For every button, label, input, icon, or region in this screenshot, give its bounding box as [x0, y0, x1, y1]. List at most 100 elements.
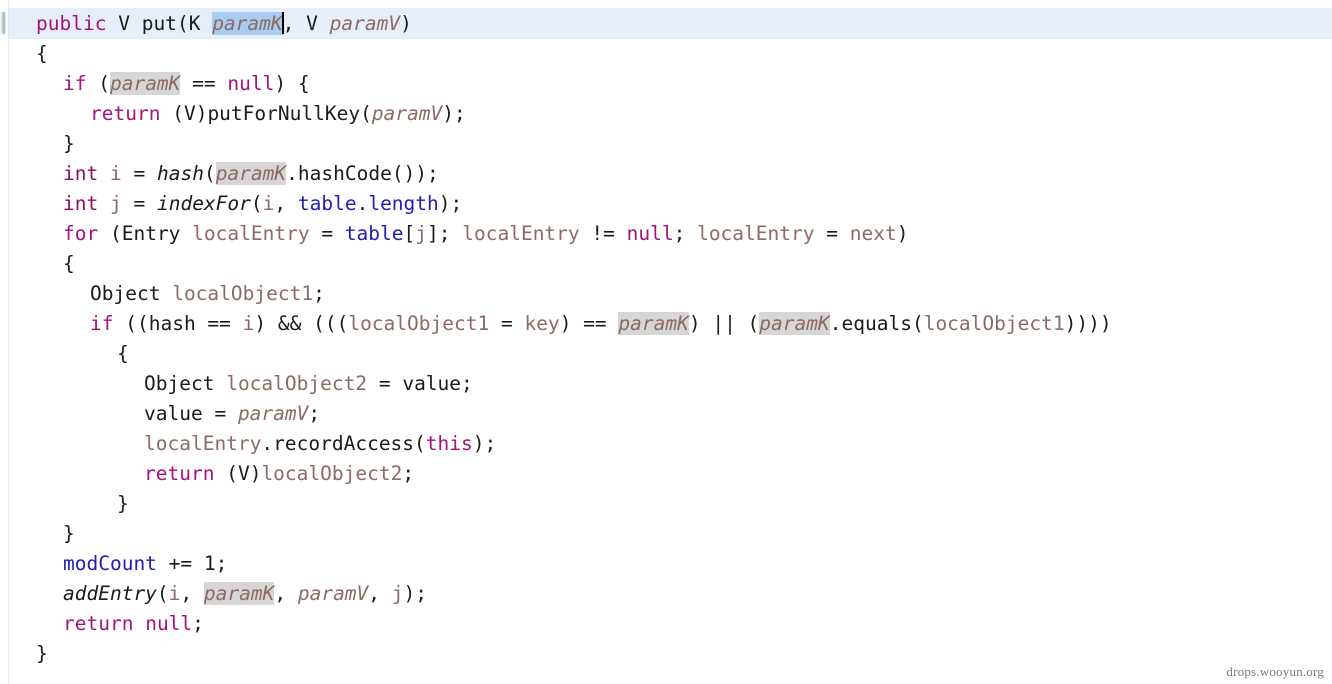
code-token: ); [403, 582, 428, 605]
code-token: ( [156, 582, 169, 605]
code-line[interactable]: Object localObject2 = value; [9, 369, 1112, 399]
code-token: paramK [215, 162, 287, 185]
code-token: } [63, 132, 75, 155]
code-token: ; [192, 612, 204, 635]
code-token: . [261, 432, 274, 455]
gutter-change-marker-icon[interactable] [0, 12, 6, 34]
code-token: , [368, 582, 392, 605]
code-line[interactable]: if ((hash == i) && (((localObject1 = key… [9, 309, 1112, 339]
code-line[interactable]: localEntry.recordAccess(this); [9, 429, 1112, 459]
code-token: return [63, 612, 134, 635]
code-token: Entry [121, 222, 181, 245]
code-line[interactable]: int j = indexFor(i, table.length); [9, 189, 1112, 219]
code-editor[interactable]: public V put(K paramK, V paramV){if (par… [0, 0, 1332, 684]
watermark: drops.wooyun.org [1226, 664, 1324, 679]
code-token: paramK [759, 312, 830, 335]
code-token: { [63, 252, 75, 275]
code-line[interactable]: } [9, 489, 1112, 519]
code-token: ); [438, 192, 463, 215]
code-token: V [306, 12, 318, 35]
code-token: } [36, 642, 48, 665]
code-token: recordAccess [273, 432, 415, 455]
code-token: ; [673, 222, 698, 245]
code-token: j [109, 192, 122, 215]
code-line[interactable]: { [9, 339, 1112, 369]
code-token: hash [148, 312, 196, 335]
code-line[interactable]: } [9, 519, 1112, 549]
code-token: ]; [427, 222, 463, 245]
code-content[interactable]: public V put(K paramK, V paramV){if (par… [9, 0, 1112, 669]
code-token: for [63, 222, 99, 245]
code-token: localObject1 [172, 282, 314, 305]
code-token: ( [86, 72, 110, 95]
code-token: Object [144, 372, 215, 395]
code-token: ( [98, 222, 122, 245]
code-token: putForNullKey [207, 102, 361, 125]
code-token: V [237, 462, 250, 485]
code-token: localObject1 [923, 312, 1065, 335]
code-token: paramK [212, 12, 283, 35]
code-line[interactable]: return (V)putForNullKey(paramV); [9, 99, 1112, 129]
code-token: (( [113, 312, 149, 335]
code-token: localEntry [144, 432, 262, 455]
code-token: paramV [297, 582, 369, 605]
code-token: next [849, 222, 897, 245]
code-line[interactable]: { [9, 39, 1112, 69]
code-token: , [282, 12, 307, 35]
code-line[interactable]: value = paramV; [9, 399, 1112, 429]
code-line[interactable]: int i = hash(paramK.hashCode()); [9, 159, 1112, 189]
code-token: . [829, 312, 842, 335]
code-line[interactable]: modCount += 1; [9, 549, 1112, 579]
code-token: null [145, 612, 193, 635]
code-token: localEntry [697, 222, 815, 245]
code-token: ); [472, 432, 497, 455]
code-line[interactable]: return null; [9, 609, 1112, 639]
code-line[interactable]: { [9, 249, 1112, 279]
code-token: )))) [1064, 312, 1112, 335]
code-token: key [524, 312, 560, 335]
code-token: V [183, 102, 196, 125]
code-token: = [202, 402, 238, 425]
code-token: i [109, 162, 122, 185]
code-token: paramK [618, 312, 689, 335]
code-token: = [309, 222, 345, 245]
code-line[interactable]: if (paramK == null) { [9, 69, 1112, 99]
code-token: ( [250, 192, 263, 215]
code-token: int [63, 162, 99, 185]
code-token: paramK [203, 582, 275, 605]
code-line[interactable]: } [9, 639, 1112, 669]
code-token: localObject2 [226, 372, 368, 395]
code-token: ) [195, 102, 208, 125]
code-token: K [188, 12, 201, 35]
code-token: i [168, 582, 181, 605]
code-token: ()); [391, 162, 439, 185]
code-line[interactable]: addEntry(i, paramK, paramV, j); [9, 579, 1112, 609]
code-token: if [90, 312, 114, 335]
code-line[interactable]: return (V)localObject2; [9, 459, 1112, 489]
code-token: ) [400, 12, 412, 35]
editor-gutter[interactable] [0, 0, 8, 684]
code-token: ) { [274, 72, 310, 95]
code-token: ; [308, 402, 321, 425]
code-token: table [344, 222, 404, 245]
code-line[interactable]: public V put(K paramK, V paramV) [9, 0, 1112, 39]
code-token: hashCode [297, 162, 392, 185]
code-token: } [117, 492, 129, 515]
code-line[interactable]: for (Entry localEntry = table[j]; localE… [9, 219, 1112, 249]
code-token: ( [203, 162, 216, 185]
code-line[interactable]: } [9, 129, 1112, 159]
code-token: localObject1 [348, 312, 490, 335]
code-token: value [144, 402, 203, 425]
code-token: ; [215, 552, 228, 575]
code-token: i [242, 312, 255, 335]
code-token: ) || ( [688, 312, 760, 335]
code-token: indexFor [156, 192, 251, 215]
code-line[interactable]: Object localObject1; [9, 279, 1112, 309]
code-token: localEntry [192, 222, 310, 245]
